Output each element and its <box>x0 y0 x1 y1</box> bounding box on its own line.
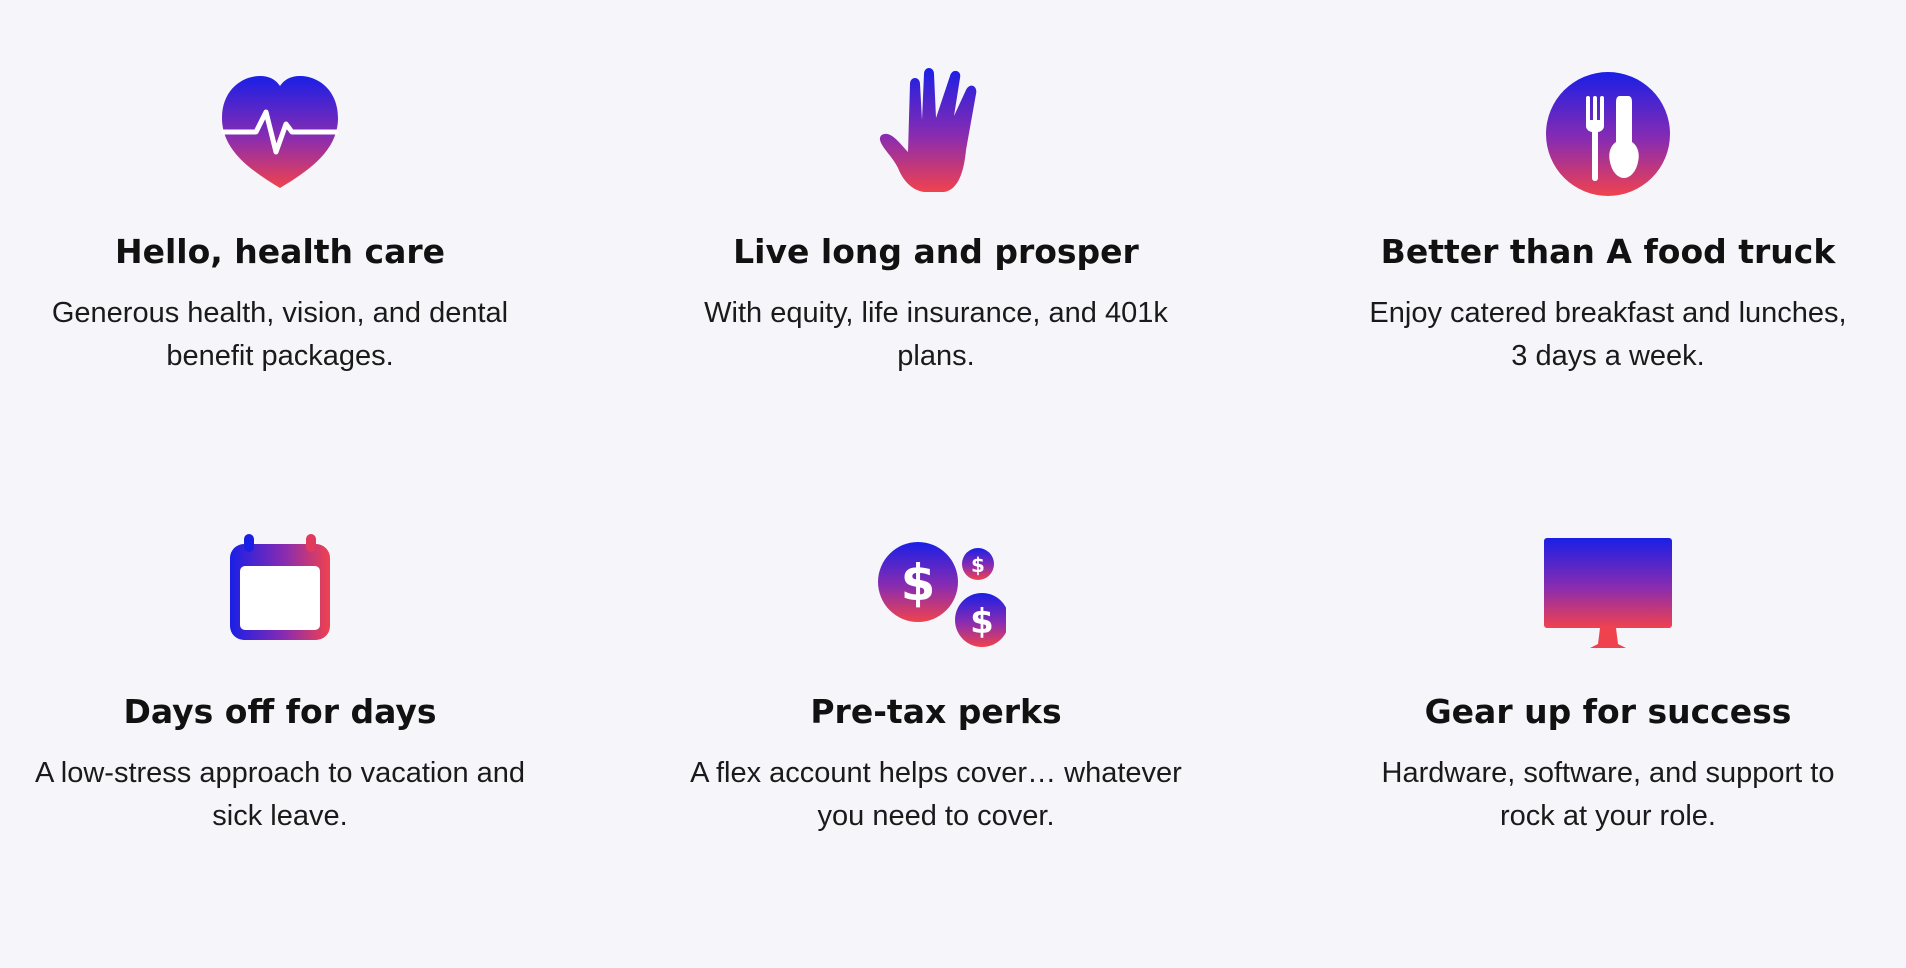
perk-description: With equity, life insurance, and 401k pl… <box>704 297 1168 372</box>
heart-pulse-icon <box>210 60 350 200</box>
perk-title: Hello, health care <box>114 232 446 271</box>
vulcan-salute-hand-icon <box>866 60 1006 200</box>
svg-text:$: $ <box>971 553 985 577</box>
perk-description: A low-stress approach to vacation and si… <box>34 757 526 832</box>
perk-title: Live long and prosper <box>733 232 1139 271</box>
perk-title: Better than A food truck <box>1380 232 1836 271</box>
perk-title: Pre-tax perks <box>810 692 1062 731</box>
perk-description: Generous health, vision, and dental bene… <box>51 297 509 372</box>
svg-text:$: $ <box>901 554 936 612</box>
perk-description: Enjoy catered breakfast and lunches, 3 d… <box>1369 297 1847 372</box>
perks-grid: Hello, health care Generous health, visi… <box>0 0 1906 968</box>
perk-title: Days off for days <box>123 692 437 731</box>
fork-spoon-icon <box>1538 60 1678 200</box>
perk-description: Hardware, software, and support to rock … <box>1381 757 1835 832</box>
calendar-icon <box>210 520 350 660</box>
dollar-coins-icon: $ $ $ <box>866 520 1006 660</box>
svg-text:$: $ <box>970 602 994 642</box>
perk-title: Gear up for success <box>1424 692 1792 731</box>
monitor-icon <box>1538 520 1678 660</box>
perk-description: A flex account helps cover… whatever you… <box>690 757 1182 832</box>
